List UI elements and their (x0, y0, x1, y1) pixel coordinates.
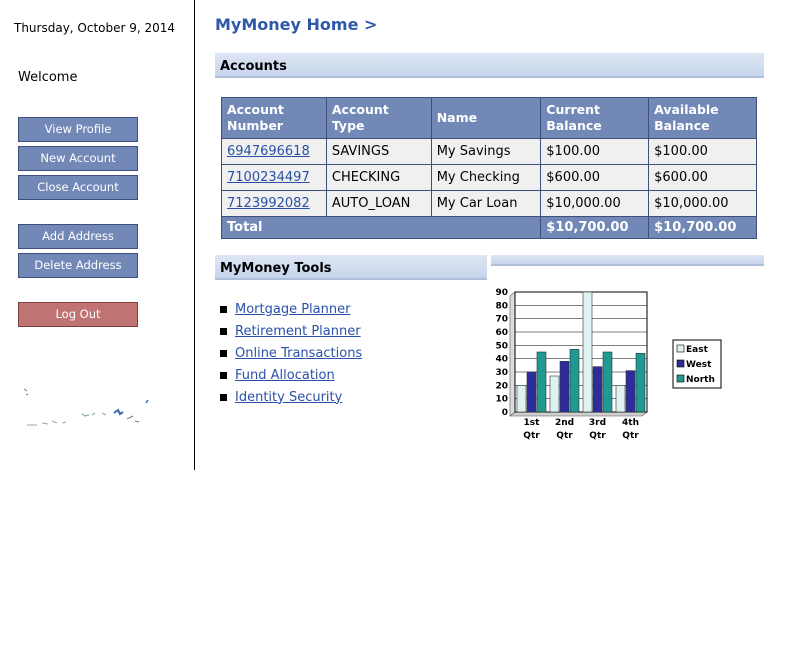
table-row: 6947696618 SAVINGS My Savings $100.00 $1… (221, 138, 757, 165)
list-item: Online Transactions (220, 342, 362, 364)
list-item: Retirement Planner (220, 320, 362, 342)
bullet-icon (220, 305, 227, 313)
bar-north (569, 349, 580, 413)
bar-east (582, 291, 593, 413)
column-header-current-balance: Current Balance (540, 97, 650, 139)
total-row: Total $10,700.00 $10,700.00 (220, 216, 757, 239)
current-balance: $100.00 (540, 138, 650, 165)
current-balance: $600.00 (540, 164, 650, 191)
view-profile-button[interactable]: View Profile (18, 117, 138, 142)
bullet-icon (220, 371, 227, 379)
column-header-account-number: Account Number (221, 97, 327, 139)
tools-section-header: MyMoney Tools (215, 255, 487, 280)
y-tick-label: 40 (495, 355, 508, 365)
tool-link-retirement-planner[interactable]: Retirement Planner (235, 324, 361, 339)
add-address-button[interactable]: Add Address (18, 224, 138, 249)
bar-east (549, 375, 560, 413)
tool-link-mortgage-planner[interactable]: Mortgage Planner (235, 302, 350, 317)
x-tick-label: Qtr (523, 431, 540, 441)
account-number-link[interactable]: 7100234497 (227, 170, 310, 185)
y-tick-label: 80 (495, 301, 508, 311)
bullet-icon (220, 327, 227, 335)
list-item: Mortgage Planner (220, 298, 362, 320)
total-current-balance: $10,700.00 (540, 216, 650, 239)
account-name: My Checking (430, 164, 542, 191)
total-available-balance: $10,700.00 (648, 216, 757, 239)
account-number-link[interactable]: 6947696618 (227, 144, 310, 159)
bar-north (536, 351, 547, 413)
legend-swatch-east (676, 344, 685, 353)
bar-north (635, 353, 646, 413)
new-account-button[interactable]: New Account (18, 146, 138, 171)
column-header-account-type: Account Type (325, 97, 432, 139)
current-date: Thursday, October 9, 2014 (14, 21, 176, 35)
y-tick-label: 0 (502, 408, 508, 418)
current-balance: $10,000.00 (540, 190, 650, 217)
account-name: My Savings (430, 138, 542, 165)
sidebar: Thursday, October 9, 2014 Welcome View P… (0, 0, 195, 470)
x-tick-label: 3rd (589, 418, 606, 428)
column-header-available-balance: Available Balance (648, 97, 757, 139)
account-type: CHECKING (325, 164, 432, 191)
legend-swatch-west (676, 359, 685, 368)
welcome-text: Welcome (18, 70, 78, 85)
y-tick-label: 30 (495, 368, 508, 378)
signature-image (23, 388, 149, 426)
x-tick-label: Qtr (556, 431, 573, 441)
tool-link-fund-allocation[interactable]: Fund Allocation (235, 368, 335, 383)
bar-east (615, 385, 626, 413)
y-tick-label: 70 (495, 315, 508, 325)
bar-north (602, 351, 613, 413)
available-balance: $100.00 (648, 138, 757, 165)
balance-bar-chart: 0 10 20 30 40 50 60 70 80 90 1st Qtr 2nd Qtr 3rd Qtr 4th… (495, 288, 722, 441)
bar-east (516, 385, 527, 413)
bar-west (526, 371, 537, 413)
close-account-button[interactable]: Close Account (18, 175, 138, 200)
account-name: My Car Loan (430, 190, 542, 217)
tool-link-identity-security[interactable]: Identity Security (235, 390, 342, 405)
accounts-section-header: Accounts (215, 53, 764, 78)
account-number-link[interactable]: 7123992082 (227, 196, 310, 211)
table-header-row: Account Number Account Type Name Current Ba… (221, 97, 757, 139)
column-header-name: Name (430, 97, 542, 139)
available-balance: $10,000.00 (648, 190, 757, 217)
x-tick-label: 4th (622, 418, 639, 428)
y-tick-label: 20 (495, 381, 508, 391)
tool-link-online-transactions[interactable]: Online Transactions (235, 346, 362, 361)
legend-label-north: North (686, 375, 715, 385)
table-row: 7100234497 CHECKING My Checking $600.00 … (221, 164, 757, 191)
list-item: Fund Allocation (220, 364, 362, 386)
chart-side-wall (509, 291, 516, 417)
account-type: SAVINGS (325, 138, 432, 165)
y-tick-label: 90 (495, 288, 508, 298)
account-type: AUTO_LOAN (325, 190, 432, 217)
breadcrumb[interactable]: MyMoney Home > (215, 15, 377, 34)
legend-swatch-north (676, 374, 685, 383)
delete-address-button[interactable]: Delete Address (18, 253, 138, 278)
tools-list: Mortgage Planner Retirement Planner Onli… (220, 298, 362, 408)
bullet-icon (220, 393, 227, 401)
bar-west (592, 366, 603, 413)
accounts-table: Account Number Account Type Name Current Ba… (220, 97, 757, 239)
legend-label-east: East (686, 345, 709, 355)
bullet-icon (220, 349, 227, 357)
y-tick-label: 10 (495, 395, 508, 405)
x-tick-label: Qtr (589, 431, 606, 441)
available-balance: $600.00 (648, 164, 757, 191)
bar-west (625, 370, 636, 413)
bar-west (559, 361, 570, 413)
list-item: Identity Security (220, 386, 362, 408)
x-tick-label: 1st (524, 418, 541, 428)
y-tick-label: 60 (495, 328, 508, 338)
x-tick-label: 2nd (555, 418, 574, 428)
table-row: 7123992082 AUTO_LOAN My Car Loan $10,000… (221, 190, 757, 217)
log-out-button[interactable]: Log Out (18, 302, 138, 327)
legend-label-west: West (686, 360, 712, 370)
y-tick-label: 50 (495, 341, 508, 351)
chart-floor (509, 411, 648, 417)
main-content: MyMoney Home > Accounts Account Number Ac… (196, 0, 795, 645)
chart-section-header (491, 255, 764, 266)
x-tick-label: Qtr (622, 431, 639, 441)
total-label: Total (220, 216, 542, 239)
